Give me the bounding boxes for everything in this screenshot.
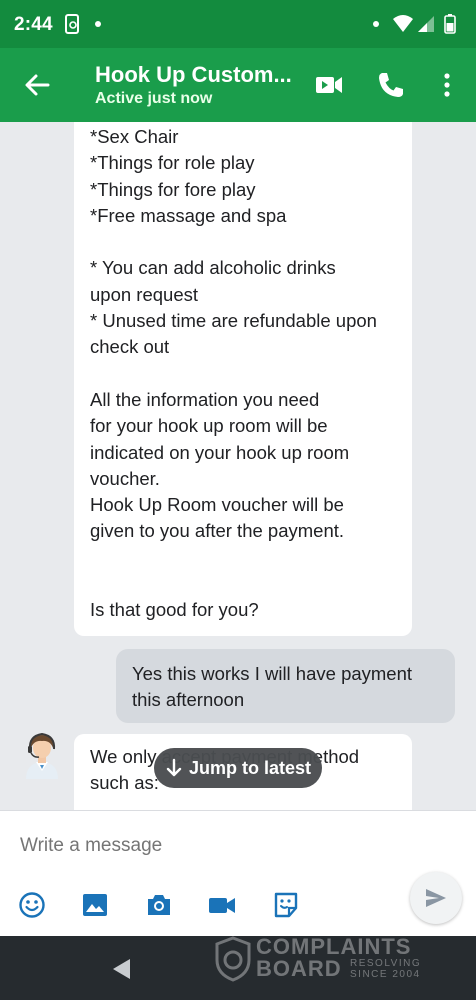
message-line: Is that good for you? [90, 599, 259, 621]
message-line: indicated on your hook up room [90, 441, 350, 463]
presence-status: Active just now [95, 90, 213, 107]
cell-signal-icon [418, 16, 434, 32]
message-line: check out [90, 336, 170, 358]
contact-avatar[interactable] [22, 731, 62, 779]
incoming-message: *Sex Chair *Things for role play *Things… [74, 122, 412, 636]
watermark-line1: COMPLAINTS [256, 934, 412, 959]
watermark-tag2: SINCE 2004 [350, 969, 421, 980]
message-line: *Free massage and spa [90, 204, 287, 226]
message-line [90, 361, 396, 387]
message-composer [0, 810, 476, 937]
app-bar: Hook Up Custom... Active just now [0, 48, 476, 122]
message-line: * Unused time are refundable upon [90, 310, 377, 332]
message-line [90, 571, 396, 597]
message-line: Hook Up Room voucher will be [90, 494, 344, 516]
nav-back-icon[interactable] [110, 957, 132, 981]
message-input[interactable] [20, 831, 440, 861]
video-call-icon[interactable] [314, 70, 344, 100]
message-line: upon request [90, 283, 199, 305]
message-line: *Things for role play [90, 152, 255, 174]
message-line: * You can add alcoholic drinks [90, 257, 336, 279]
jump-to-latest-button[interactable]: Jump to latest [154, 748, 322, 788]
send-button[interactable] [410, 872, 462, 924]
status-bar: 2:44 [0, 0, 476, 48]
arrow-down-icon [166, 758, 182, 777]
phone-call-icon[interactable] [376, 70, 406, 100]
message-line: voucher. [90, 467, 160, 489]
video-message-icon[interactable] [208, 891, 236, 919]
message-line [90, 229, 396, 255]
message-line: *Sex Chair [90, 126, 179, 147]
message-line [90, 545, 396, 571]
message-line: given to you after the payment. [90, 520, 345, 542]
jump-to-latest-label: Jump to latest [188, 757, 312, 778]
image-gallery-icon[interactable] [81, 891, 109, 919]
conversation-title[interactable]: Hook Up Custom... [95, 62, 300, 88]
camera-icon[interactable] [145, 891, 173, 919]
watermark-tag1: RESOLVING [350, 958, 422, 969]
notification-dot-icon [373, 21, 379, 27]
watermark: COMPLAINTS BOARD RESOLVING SINCE 2004 [214, 936, 444, 984]
more-options-icon[interactable] [432, 70, 462, 100]
watermark-line2: BOARD [256, 956, 342, 981]
message-line: *Things for fore play [90, 178, 256, 200]
wifi-icon [393, 15, 413, 32]
battery-icon [444, 14, 456, 34]
message-list[interactable]: *Sex Chair *Things for role play *Things… [0, 122, 476, 810]
phone-sync-icon [65, 14, 79, 34]
send-icon [426, 889, 446, 907]
message-line: All the information you need [90, 388, 320, 410]
status-time: 2:44 [14, 14, 53, 35]
back-arrow-icon[interactable] [22, 70, 52, 100]
sticker-icon[interactable] [272, 891, 300, 919]
notification-dot-icon [95, 21, 101, 27]
watermark-logo [215, 936, 251, 982]
outgoing-message: Yes this works I will have payment this … [116, 649, 455, 723]
emoji-icon[interactable] [18, 891, 46, 919]
message-line: for your hook up room will be [90, 415, 328, 437]
